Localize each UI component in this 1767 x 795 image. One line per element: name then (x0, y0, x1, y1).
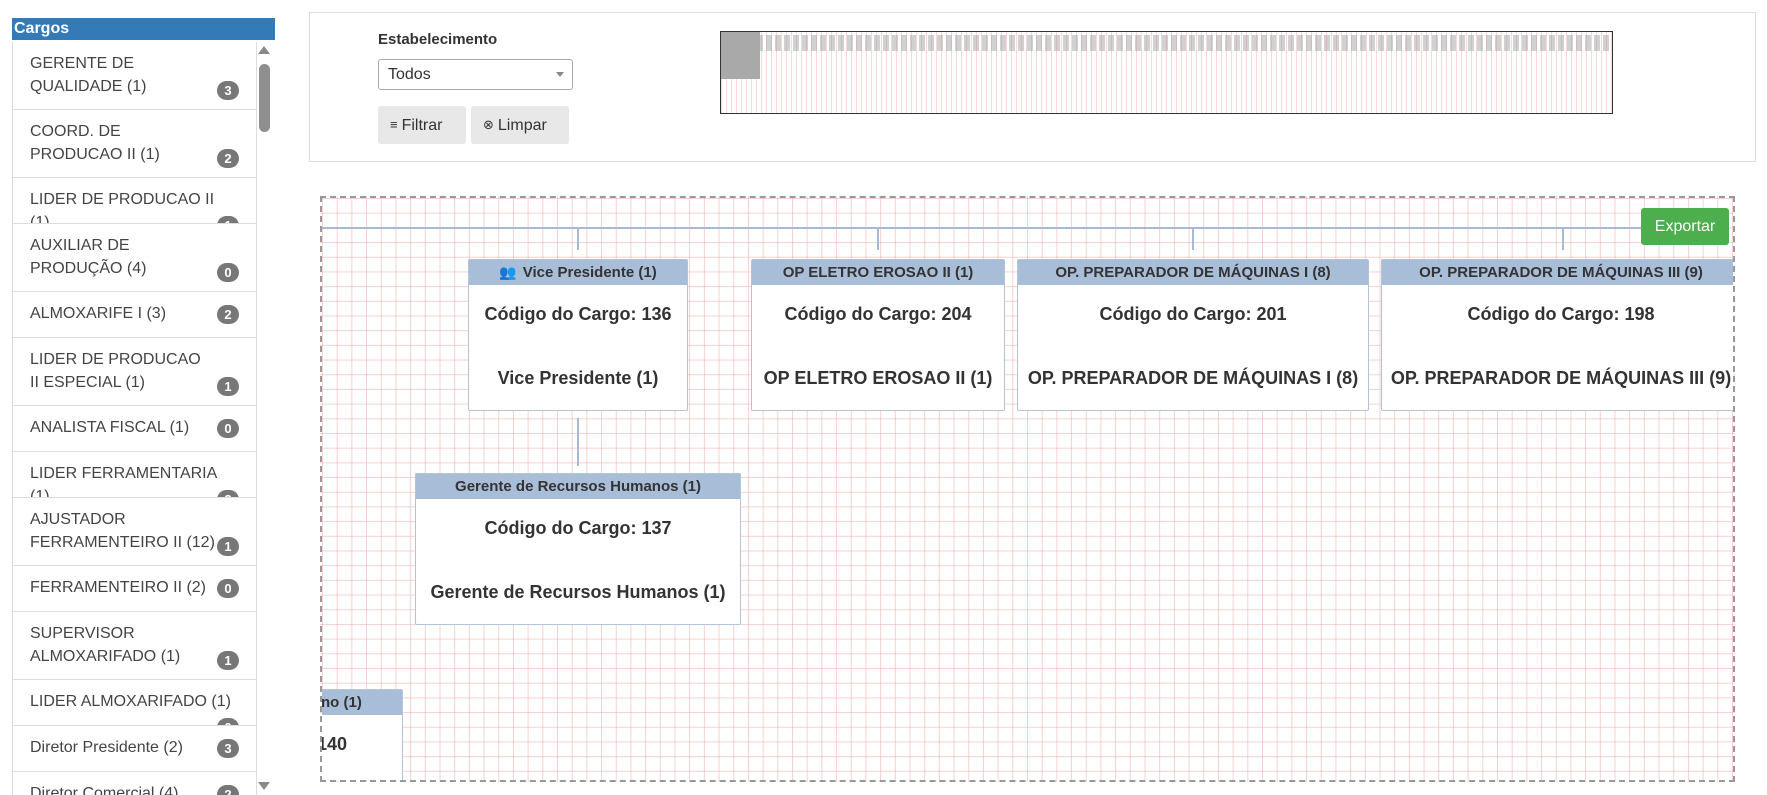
scroll-down-arrow-icon[interactable] (258, 782, 270, 790)
establishment-label: Estabelecimento (378, 31, 498, 48)
list-item-label: SUPERVISOR ALMOXARIFADO (1) (30, 625, 181, 665)
count-badge: 0 (217, 263, 239, 282)
node-header: 👥 Vice Presidente (1) (469, 260, 687, 285)
org-node[interactable]: OP. PREPARADOR DE MÁQUINAS III (9) Códig… (1381, 259, 1733, 411)
export-button[interactable]: Exportar (1641, 208, 1729, 245)
connector-line (1192, 227, 1194, 250)
cargos-list[interactable]: GERENTE DE QUALIDADE (1) 3 COORD. DE PRO… (12, 42, 257, 795)
node-title: OP. PREPARADOR DE MÁQUINAS I (8) (1018, 260, 1368, 285)
establishment-select[interactable]: Todos (378, 59, 573, 90)
sidebar-scrollbar[interactable] (255, 42, 273, 795)
filter-button[interactable]: ≡ Filtrar (378, 106, 466, 144)
filter-button-label: Filtrar (401, 117, 443, 134)
node-name: OP. PREPARADOR DE MÁQUINAS I (8) (1027, 368, 1359, 388)
scroll-up-arrow-icon[interactable] (258, 46, 270, 54)
connector-line (877, 227, 879, 250)
list-item-label: LIDER FERRAMENTARIA (1) (30, 465, 217, 498)
list-item-label: ALMOXARIFE I (3) (30, 305, 167, 322)
list-item[interactable]: GERENTE DE QUALIDADE (1) 3 (13, 42, 256, 110)
org-chart-canvas[interactable]: Exportar 👥 Vice Presidente (1) Código do … (320, 196, 1735, 782)
node-code: Código do Cargo: 136 (484, 304, 672, 324)
people-icon: 👥 (499, 264, 517, 280)
list-item[interactable]: LIDER ALMOXARIFADO (1) 0 (13, 680, 256, 726)
minimap-preview (721, 35, 1612, 51)
node-code: Código do Cargo: 198 (1467, 304, 1655, 324)
node-title: Gerente de Recursos Humanos (1) (416, 474, 740, 499)
list-item-label: LIDER DE PRODUCAO II ESPECIAL (1) (30, 351, 201, 391)
node-name: OP ELETRO EROSAO II (1) (763, 368, 993, 388)
list-item[interactable]: AUXILIAR DE PRODUÇÃO (4) 0 (13, 224, 256, 292)
list-item[interactable]: LIDER DE PRODUCAO II ESPECIAL (1) 1 (13, 338, 256, 406)
list-item[interactable]: LIDER FERRAMENTARIA (1) 2 (13, 452, 256, 498)
node-code: Código do Cargo: 201 (1099, 304, 1287, 324)
clear-circle-icon: ⊗ (483, 117, 494, 132)
node-title: no (1) (322, 690, 402, 715)
list-item-label: Diretor Presidente (2) (30, 739, 183, 756)
list-item[interactable]: AJUSTADOR FERRAMENTEIRO II (12) 1 (13, 498, 256, 566)
list-item[interactable]: COORD. DE PRODUCAO II (1) 2 (13, 110, 256, 178)
node-code: 140 (320, 734, 348, 754)
filter-icon: ≡ (390, 117, 398, 132)
count-badge: 2 (217, 305, 239, 324)
clear-button-label: Limpar (497, 117, 547, 134)
org-node[interactable]: no (1) 140 (320, 689, 403, 780)
chevron-down-icon (556, 72, 564, 77)
list-item[interactable]: FERRAMENTEIRO II (2) 0 (13, 566, 256, 612)
org-node[interactable]: Gerente de Recursos Humanos (1) Código d… (415, 473, 741, 625)
node-title: OP. PREPARADOR DE MÁQUINAS III (9) (1382, 260, 1733, 285)
org-node[interactable]: OP. PREPARADOR DE MÁQUINAS I (8) Código … (1017, 259, 1369, 411)
node-name: Vice Presidente (1) (497, 368, 659, 388)
sidebar-title: Cargos (12, 18, 275, 40)
list-item-label: GERENTE DE QUALIDADE (1) (30, 55, 147, 95)
list-item-label: AUXILIAR DE PRODUÇÃO (4) (30, 237, 147, 277)
count-badge: 2 (217, 149, 239, 168)
count-badge: 1 (217, 537, 239, 556)
list-item-label: LIDER DE PRODUCAO II (1) (30, 191, 215, 224)
count-badge: 0 (217, 718, 239, 725)
count-badge: 1 (217, 651, 239, 670)
connector-line (577, 227, 579, 250)
list-item[interactable]: ALMOXARIFE I (3) 2 (13, 292, 256, 338)
list-item-label: AJUSTADOR FERRAMENTEIRO II (12) (30, 511, 215, 551)
count-badge: 0 (217, 579, 239, 598)
list-item[interactable]: SUPERVISOR ALMOXARIFADO (1) 1 (13, 612, 256, 680)
list-item-label: LIDER ALMOXARIFADO (1) (30, 693, 231, 710)
filter-panel: Estabelecimento Todos ≡ Filtrar ⊗ Limpar (309, 12, 1756, 162)
list-item[interactable]: Diretor Comercial (4) 2 (13, 772, 256, 795)
count-badge: 1 (217, 377, 239, 396)
list-item[interactable]: LIDER DE PRODUCAO II (1) 1 (13, 178, 256, 224)
node-code: Código do Cargo: 204 (784, 304, 972, 324)
minimap-viewport[interactable] (721, 32, 760, 79)
connector-line (577, 418, 579, 466)
cargos-sidebar: Cargos GERENTE DE QUALIDADE (1) 3 COORD.… (12, 18, 275, 795)
count-badge: 0 (217, 419, 239, 438)
node-title: Vice Presidente (1) (522, 264, 657, 281)
connector-line (1562, 227, 1564, 250)
select-value: Todos (388, 66, 431, 83)
connector-line (322, 227, 1652, 229)
scroll-thumb[interactable] (259, 64, 270, 132)
count-badge: 3 (217, 81, 239, 100)
chart-minimap[interactable] (720, 31, 1613, 114)
node-name: OP. PREPARADOR DE MÁQUINAS III (9) (1390, 368, 1732, 388)
list-item-label: Diretor Comercial (4) (30, 785, 179, 795)
list-item-label: FERRAMENTEIRO II (2) (30, 579, 207, 596)
node-code: Código do Cargo: 137 (484, 518, 672, 538)
org-node[interactable]: 👥 Vice Presidente (1) Código do Cargo: 13… (468, 259, 688, 411)
list-item[interactable]: ANALISTA FISCAL (1) 0 (13, 406, 256, 452)
list-item[interactable]: Diretor Presidente (2) 3 (13, 726, 256, 772)
count-badge: 2 (217, 785, 239, 795)
node-name: Gerente de Recursos Humanos (1) (430, 582, 726, 602)
list-item-label: COORD. DE PRODUCAO II (1) (30, 123, 160, 163)
list-item-label: ANALISTA FISCAL (1) (30, 419, 190, 436)
clear-button[interactable]: ⊗ Limpar (471, 106, 569, 144)
node-title: OP ELETRO EROSAO II (1) (752, 260, 1004, 285)
org-node[interactable]: OP ELETRO EROSAO II (1) Código do Cargo:… (751, 259, 1005, 411)
count-badge: 3 (217, 739, 239, 758)
